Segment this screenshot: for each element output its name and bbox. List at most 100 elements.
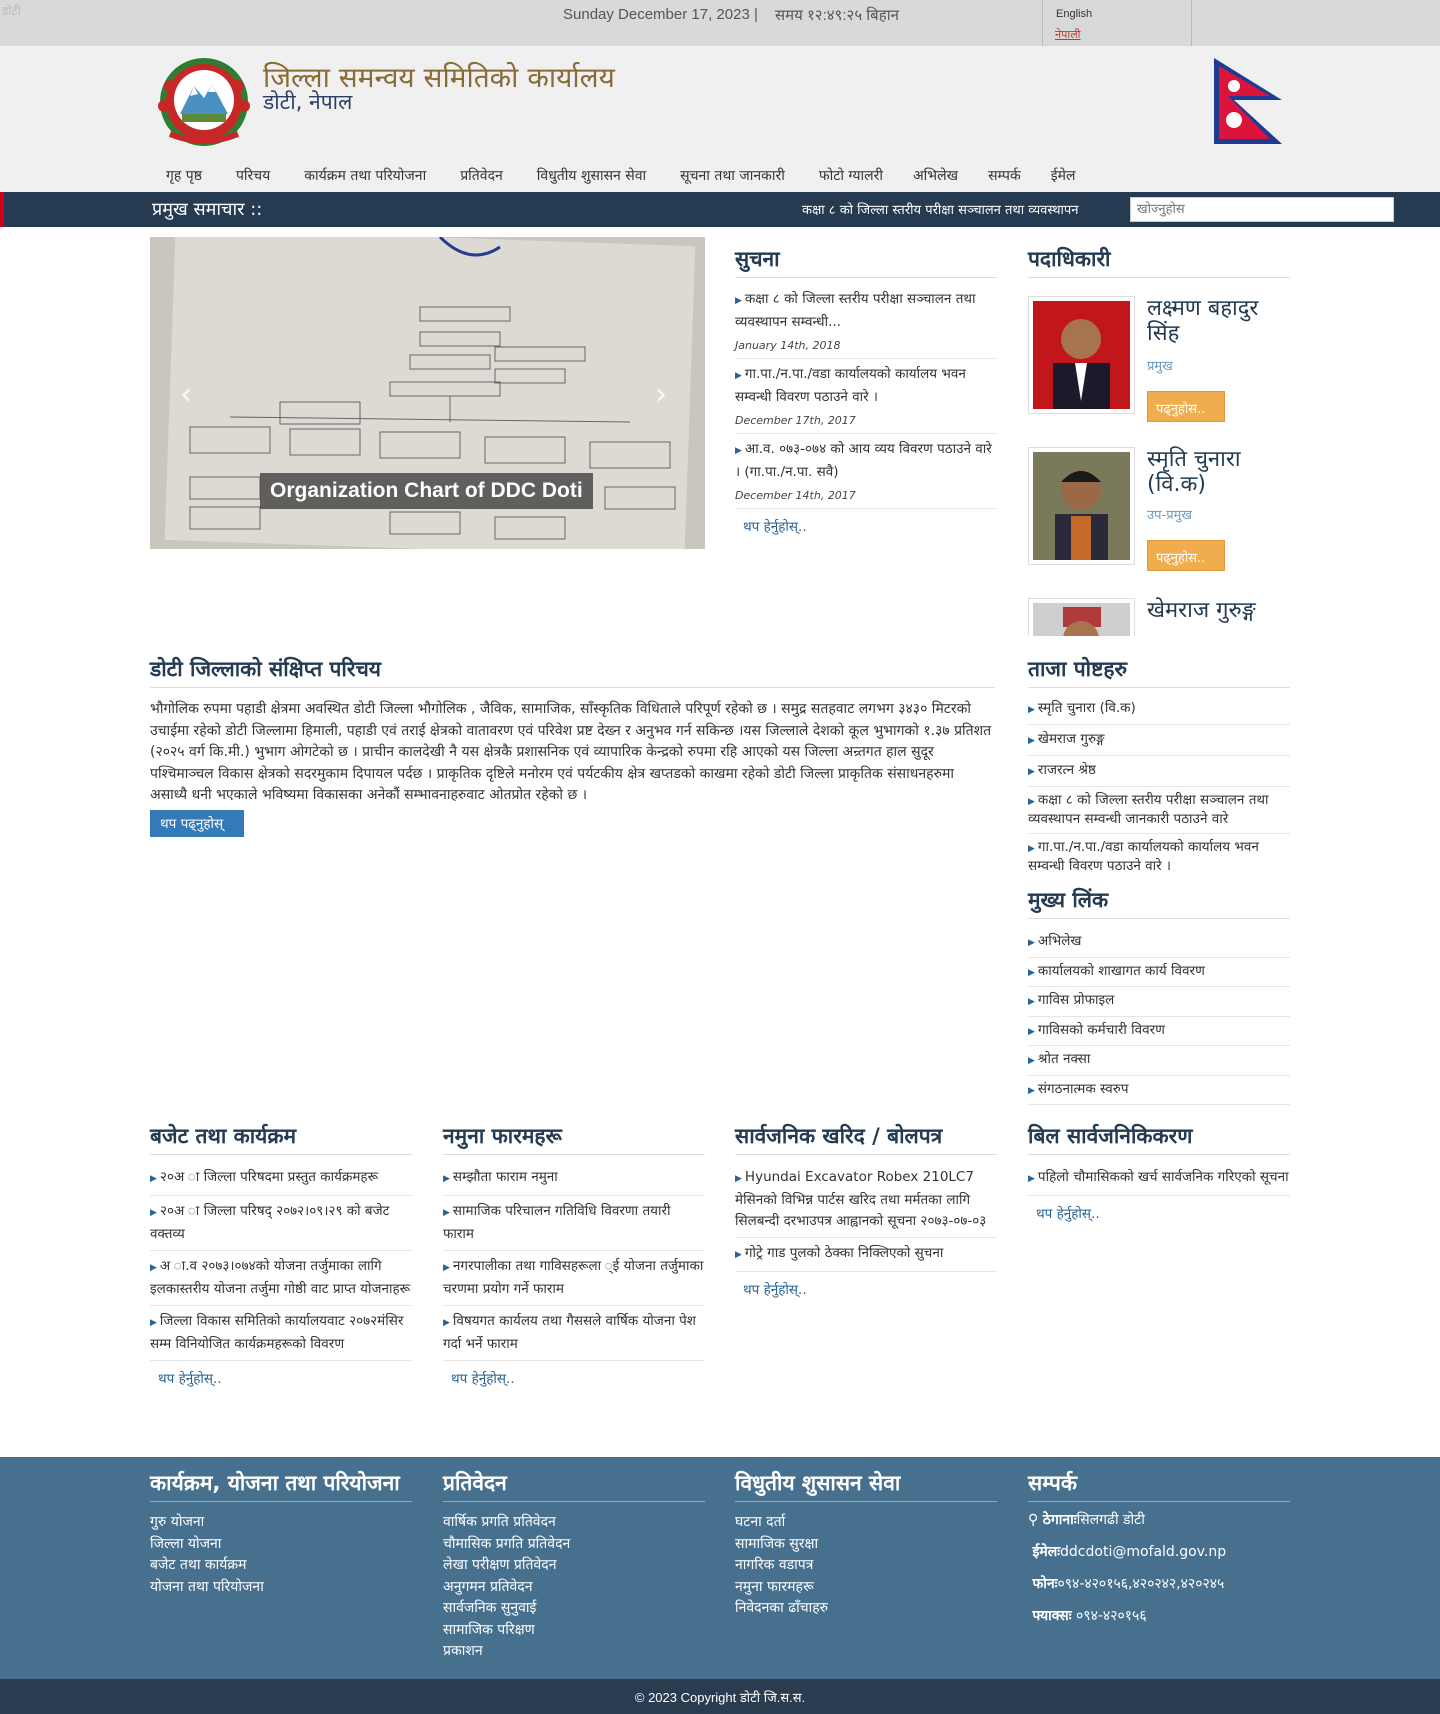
footer-link[interactable]: घटना दर्ता	[735, 1512, 997, 1534]
nav-reports[interactable]: प्रतिवेदन	[460, 160, 503, 192]
notice-item[interactable]: ▶ गा.पा./न.पा./वडा कार्यालयको कार्यालय भव…	[735, 359, 997, 410]
footer-link[interactable]: जिल्ला योजना	[150, 1534, 412, 1556]
form-item[interactable]: ▶ सम्झौता फाराम नमुना	[443, 1162, 705, 1196]
notice-item[interactable]: ▶ कक्षा ८ को जिल्ला स्तरीय परीक्षा सञ्चाल…	[735, 284, 997, 335]
procurement-more-link[interactable]: थप हेर्नुहोस्..	[735, 1272, 997, 1306]
nav-intro[interactable]: परिचय	[236, 160, 270, 192]
official-card: स्मृति चुनारा (वि.क) उप-प्रमुख पढ्नुहोस.…	[1028, 447, 1290, 597]
official-photo	[1028, 296, 1135, 414]
nav-e-governance[interactable]: विधुतीय शुसासन सेवा	[537, 160, 646, 192]
official-name[interactable]: खेमराज गुरुङ्ग	[1147, 598, 1287, 623]
main-link-item[interactable]: ▶ गाविस प्रोफाइल	[1028, 987, 1290, 1017]
latest-post-item[interactable]: ▶ खेमराज गुरुङ्ग	[1028, 725, 1290, 756]
nav-home[interactable]: गृह पृष्ठ	[166, 160, 202, 192]
footer-link[interactable]: वार्षिक प्रगति प्रतिवेदन	[443, 1512, 705, 1534]
form-item[interactable]: ▶ नगरपालीका तथा गाविसहरूला ्ई योजना तर्जु…	[443, 1251, 705, 1306]
footer-link[interactable]: चौमासिक प्रगति प्रतिवेदन	[443, 1534, 705, 1556]
main-link-item[interactable]: ▶ संगठनात्मक स्वरुप	[1028, 1076, 1290, 1105]
nav-notices-info[interactable]: सूचना तथा जानकारी	[680, 160, 785, 192]
footer-link[interactable]: योजना तथा परियोजना	[150, 1577, 412, 1599]
footer-link[interactable]: लेखा परीक्षण प्रतिवेदन	[443, 1555, 705, 1577]
site-header: जिल्ला समन्वय समितिको कार्यालय डोटी, नेप…	[0, 46, 1440, 192]
slider-prev-button[interactable]: ‹	[180, 377, 192, 412]
lang-english-link[interactable]: English	[1056, 8, 1092, 20]
budget-item[interactable]: ▶ जिल्ला विकास समितिको कार्यालयवाट २०७२मं…	[150, 1306, 412, 1361]
official-name[interactable]: स्मृति चुनारा (वि.क)	[1147, 447, 1287, 497]
headline-label: प्रमुख समाचार ::	[152, 199, 263, 220]
read-more-button[interactable]: पढ्नुहोस..	[1147, 540, 1225, 571]
footer-link[interactable]: नमुना फारमहरू	[735, 1577, 997, 1599]
footer-egov-column: विधुतीय शुसासन सेवा घटना दर्ता सामाजिक स…	[735, 1457, 997, 1620]
contact-phone: फोनः०९४-४२०१५६,४२०२४२,४२०२४५	[1032, 1576, 1225, 1592]
latest-post-item[interactable]: ▶ राजरत्न श्रेष्ठ	[1028, 756, 1290, 787]
budget-item[interactable]: ▶ २०अ ा जिल्ला परिषद् २०७२।०९।२९ को बजेट …	[150, 1196, 412, 1251]
image-slider[interactable]: ‹ › Organization Chart of DDC Doti	[150, 237, 705, 549]
forms-list: ▶ सम्झौता फाराम नमुना ▶ सामाजिक परिचालन गत…	[443, 1162, 705, 1395]
footer-link[interactable]: गुरु योजना	[150, 1512, 412, 1534]
budget-heading: बजेट तथा कार्यक्रम	[150, 1122, 412, 1155]
lang-nepali-link[interactable]: नेपाली	[1055, 27, 1081, 42]
form-item[interactable]: ▶ सामाजिक परिचालन गतिविधि विवरणा तयारी फा…	[443, 1196, 705, 1251]
latest-post-item[interactable]: ▶ गा.पा./न.पा./वडा कार्यालयको कार्यालय भव…	[1028, 834, 1290, 880]
read-more-button[interactable]: पढ्नुहोस..	[1147, 391, 1225, 422]
nav-photo-gallery[interactable]: फोटो ग्यालरी	[819, 160, 883, 192]
footer-link[interactable]: निवेदनका ढाँचाहरु	[735, 1598, 997, 1620]
main-navigation: गृह पृष्ठ परिचय कार्यक्रम तथा परियोजना प…	[150, 160, 1075, 192]
contact-address: ⚲ ठेगानाःसिलगढी डोटी	[1028, 1512, 1145, 1528]
form-item[interactable]: ▶ विषयगत कार्यलय तथा गैससले वार्षिक योजना…	[443, 1306, 705, 1361]
footer-egov-heading: विधुतीय शुसासन सेवा	[735, 1457, 997, 1502]
budget-item[interactable]: ▶ २०अ ा जिल्ला परिषदमा प्रस्तुत कार्यक्रम…	[150, 1162, 412, 1196]
main-link-item[interactable]: ▶ अभिलेख	[1028, 928, 1290, 958]
news-ticker[interactable]: कक्षा ८ को जिल्ला स्तरीय परीक्षा सञ्चालन…	[802, 200, 1100, 218]
bill-list: ▶ पहिलो चौमासिकको खर्च सार्वजनिक गरिएको स…	[1028, 1162, 1290, 1230]
nav-archive[interactable]: अभिलेख	[913, 160, 958, 192]
procurement-list: ▶ Hyundai Excavator Robex 210LC7 मेसिनको …	[735, 1162, 997, 1306]
nav-programs[interactable]: कार्यक्रम तथा परियोजना	[304, 160, 426, 192]
intro-read-more-button[interactable]: थप पढ्नुहोस्	[150, 810, 244, 837]
official-card: लक्ष्मण बहादुर सिंह प्रमुख पढ्नुहोस..	[1028, 296, 1290, 446]
latest-post-item[interactable]: ▶ कक्षा ८ को जिल्ला स्तरीय परीक्षा सञ्चाल…	[1028, 787, 1290, 834]
site-footer: कार्यक्रम, योजना तथा परियोजना गुरु योजना…	[0, 1457, 1440, 1679]
bill-item[interactable]: ▶ पहिलो चौमासिकको खर्च सार्वजनिक गरिएको स…	[1028, 1162, 1290, 1196]
nav-email[interactable]: ईमेल	[1051, 160, 1076, 192]
main-link-item[interactable]: ▶ श्रोत नक्सा	[1028, 1046, 1290, 1076]
procurement-item[interactable]: ▶ गोट्रे गाड पुलको ठेक्का निक्लिएको सुचना	[735, 1238, 997, 1272]
search-input[interactable]	[1130, 197, 1394, 222]
main-links-list: ▶ अभिलेख ▶ कार्यालयको शाखागत कार्य विवरण ▶…	[1028, 928, 1290, 1105]
footer-link[interactable]: सार्वजनिक सुनुवाई	[443, 1598, 705, 1620]
nepal-emblem-logo[interactable]	[150, 56, 258, 148]
current-time: समय १२:४९:२५ बिहान	[775, 7, 899, 24]
bill-more-link[interactable]: थप हेर्नुहोस्..	[1028, 1196, 1290, 1230]
slider-next-button[interactable]: ›	[655, 377, 667, 412]
official-name[interactable]: लक्ष्मण बहादुर सिंह	[1147, 296, 1287, 346]
footer-link[interactable]: प्रकाशन	[443, 1641, 705, 1663]
notice-more-link[interactable]: थप हेर्नुहोस्..	[735, 509, 997, 543]
main-links-heading: मुख्य लिंक	[1028, 886, 1290, 919]
notice-heading: सुचना	[735, 245, 997, 278]
footer-contact-column: सम्पर्क ⚲ ठेगानाःसिलगढी डोटी ईमेलःddcdot…	[1028, 1457, 1290, 1632]
footer-link[interactable]: सामाजिक सुरक्षा	[735, 1534, 997, 1556]
contact-email[interactable]: ईमेलःddcdoti@mofald.gov.np	[1028, 1536, 1290, 1568]
official-role: उप-प्रमुख	[1147, 508, 1193, 523]
nav-contact[interactable]: सम्पर्क	[988, 160, 1021, 192]
main-link-item[interactable]: ▶ गाविसको कर्मचारी विवरण	[1028, 1017, 1290, 1046]
budget-more-link[interactable]: थप हेर्नुहोस्..	[150, 1361, 412, 1395]
procurement-heading: सार्वजनिक खरिद / बोलपत्र	[735, 1122, 997, 1155]
main-link-item[interactable]: ▶ कार्यालयको शाखागत कार्य विवरण	[1028, 958, 1290, 987]
nepal-flag-icon	[1214, 58, 1282, 144]
footer-link[interactable]: बजेट तथा कार्यक्रम	[150, 1555, 412, 1577]
budget-item[interactable]: ▶ अ ा.व २०७३।०७४को योजना तर्जुमाका लागि इ…	[150, 1251, 412, 1306]
official-card: खेमराज गुरुङ्ग	[1028, 598, 1290, 636]
footer-link[interactable]: अनुगमन प्रतिवेदन	[443, 1577, 705, 1599]
footer-contact-heading: सम्पर्क	[1028, 1457, 1290, 1502]
footer-programs-column: कार्यक्रम, योजना तथा परियोजना गुरु योजना…	[150, 1457, 412, 1598]
procurement-item[interactable]: ▶ Hyundai Excavator Robex 210LC7 मेसिनको …	[735, 1162, 997, 1238]
footer-link[interactable]: सामाजिक परिक्षण	[443, 1620, 705, 1642]
officials-list: लक्ष्मण बहादुर सिंह प्रमुख पढ्नुहोस.. स्…	[1028, 296, 1290, 636]
footer-link[interactable]: नागरिक वडापत्र	[735, 1555, 997, 1577]
language-switcher: English नेपाली	[1042, 0, 1192, 46]
notice-item[interactable]: ▶ आ.व. ०७३-०७४ को आय व्यय विवरण पठाउने वा…	[735, 434, 997, 485]
official-role: प्रमुख	[1147, 359, 1173, 374]
forms-more-link[interactable]: थप हेर्नुहोस्..	[443, 1361, 705, 1395]
latest-post-item[interactable]: ▶ स्मृति चुनारा (वि.क)	[1028, 694, 1290, 725]
